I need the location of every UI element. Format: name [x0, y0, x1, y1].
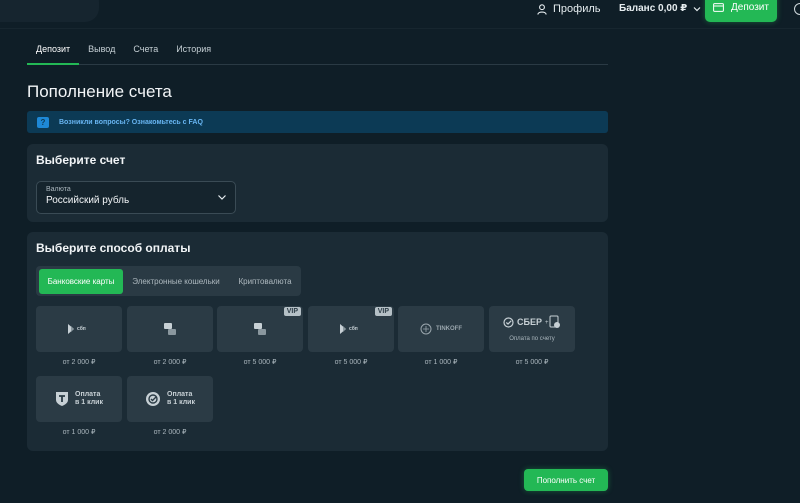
- tinkoff-logo-text: TINKOFF: [436, 326, 462, 332]
- method-sbp-vip[interactable]: сбп VIP: [308, 306, 394, 352]
- method-price: от 2 000 ₽: [153, 429, 187, 436]
- tab-withdraw[interactable]: Вывод: [79, 40, 124, 64]
- page-title: Пополнение счета: [27, 82, 172, 101]
- wallet-plus-icon: [713, 3, 724, 12]
- method-price: от 5 000 ₽: [243, 359, 277, 366]
- method-sber-pay[interactable]: Оплата в 1 клик: [127, 376, 213, 422]
- header-divider: [0, 28, 800, 29]
- vip-badge: VIP: [283, 307, 301, 316]
- svg-text:сбп: сбп: [349, 325, 358, 332]
- logo-placeholder[interactable]: [0, 0, 99, 22]
- faq-banner[interactable]: ? Возникли вопросы? Ознакомьтесь с FAQ: [27, 111, 608, 133]
- profile-button[interactable]: Профиль: [537, 3, 601, 15]
- tab-history[interactable]: История: [167, 40, 220, 64]
- method-t-pay[interactable]: Оплата в 1 клик: [36, 376, 122, 422]
- method-price: от 5 000 ₽: [334, 359, 368, 366]
- card-transfer-icon: [164, 323, 176, 335]
- user-icon: [537, 3, 547, 15]
- sber-logo-icon: [503, 316, 514, 328]
- method-card-transfer[interactable]: [127, 306, 213, 352]
- payment-card: Выберите способ оплаты Банковские карты …: [27, 232, 608, 451]
- svg-text:сбп: сбп: [77, 325, 86, 332]
- account-tabs: Депозит Вывод Счета История: [27, 40, 608, 65]
- segment-crypto[interactable]: Криптовалюта: [229, 269, 301, 294]
- sber-subtext: Оплата по счету: [509, 336, 555, 342]
- method-sbp[interactable]: сбп: [36, 306, 122, 352]
- chevron-down-icon: [693, 6, 701, 11]
- currency-value: Российский рубль: [46, 195, 130, 206]
- faq-link[interactable]: Возникли вопросы? Ознакомьтесь с FAQ: [59, 119, 203, 126]
- deposit-button[interactable]: Депозит: [705, 0, 777, 22]
- method-price: от 1 000 ₽: [424, 359, 458, 366]
- sbp-logo-icon: сбп: [340, 324, 358, 334]
- method-price: от 5 000 ₽: [515, 359, 549, 366]
- balance-dropdown[interactable]: Баланс 0,00 ₽: [619, 3, 701, 14]
- account-card: Выберите счет Валюта Российский рубль: [27, 144, 608, 222]
- clock-icon[interactable]: [794, 3, 800, 15]
- tab-accounts[interactable]: Счета: [124, 40, 167, 64]
- method-sber-invoice[interactable]: СБЕР + Оплата по счету: [489, 306, 575, 352]
- sberpay-logo-icon: [146, 392, 161, 406]
- payment-card-title: Выберите способ оплаты: [36, 241, 191, 255]
- currency-select[interactable]: Валюта Российский рубль: [36, 181, 236, 214]
- tinkoff-logo-icon: [420, 323, 432, 335]
- submit-deposit-button[interactable]: Пополнить счет: [524, 469, 608, 491]
- deposit-button-label: Депозит: [731, 1, 769, 13]
- document-check-icon: +: [545, 315, 560, 328]
- top-bar: Профиль Баланс 0,00 ₽ Депозит: [0, 0, 800, 26]
- card-transfer-icon: [254, 323, 266, 335]
- question-bubble-icon: ?: [37, 116, 49, 128]
- segment-e-wallets[interactable]: Электронные кошельки: [123, 269, 229, 294]
- tab-deposit[interactable]: Депозит: [27, 40, 80, 65]
- method-price: от 2 000 ₽: [62, 359, 96, 366]
- payment-type-switch: Банковские карты Электронные кошельки Кр…: [36, 266, 301, 296]
- t-bank-logo-icon: [56, 392, 69, 406]
- t-pay-logo-text: Оплата в 1 клик: [75, 391, 103, 406]
- profile-label: Профиль: [553, 3, 601, 15]
- svg-text:+: +: [545, 320, 549, 326]
- segment-bank-cards[interactable]: Банковские карты: [39, 268, 123, 294]
- method-price: от 1 000 ₽: [62, 429, 96, 436]
- currency-label: Валюта: [46, 186, 71, 193]
- balance-label: Баланс 0,00 ₽: [619, 3, 688, 14]
- method-tinkoff[interactable]: TINKOFF: [398, 306, 484, 352]
- account-card-title: Выберите счет: [36, 153, 126, 167]
- sber-pay-logo-text: Оплата в 1 клик: [167, 391, 195, 406]
- method-price: от 2 000 ₽: [153, 359, 187, 366]
- sber-logo-text: СБЕР: [517, 317, 542, 327]
- sbp-logo-icon: сбп: [68, 324, 86, 334]
- chevron-down-icon: [218, 195, 226, 200]
- vip-badge: VIP: [374, 307, 392, 316]
- method-card-transfer-vip[interactable]: VIP: [217, 306, 303, 352]
